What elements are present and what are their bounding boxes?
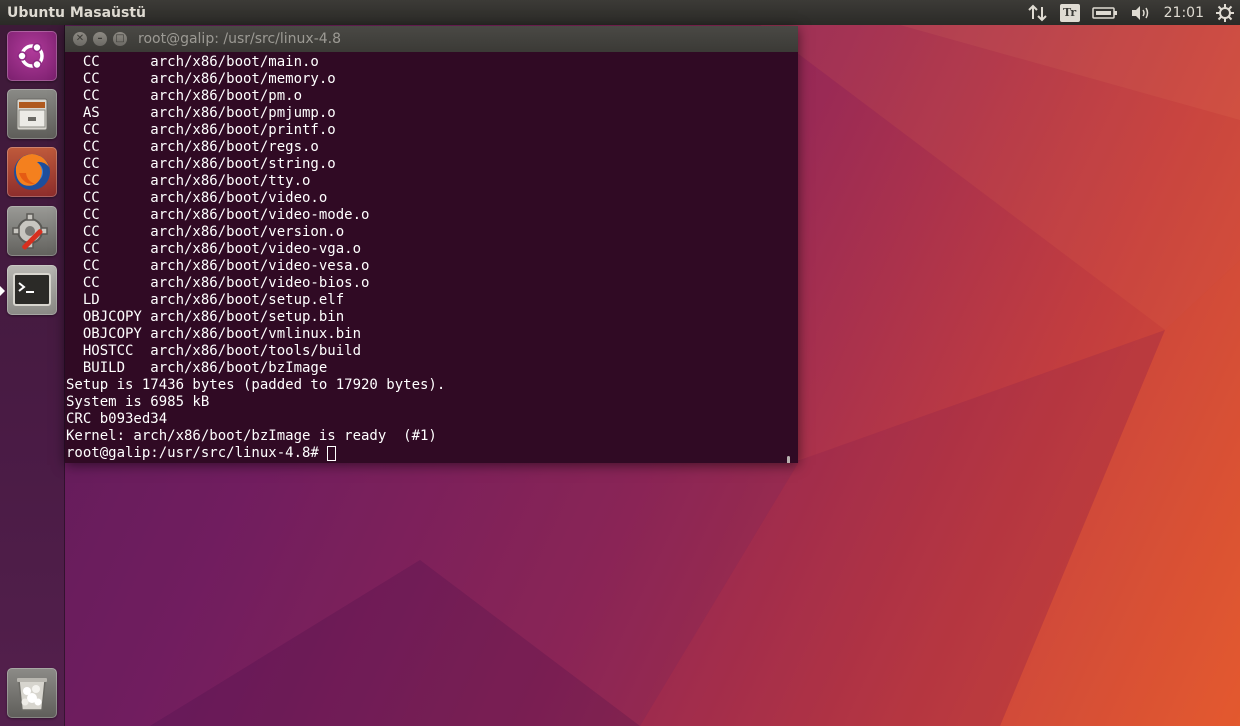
- firefox-icon[interactable]: [7, 147, 57, 197]
- terminal-line: CC arch/x86/boot/video.o: [66, 190, 328, 206]
- terminal-line: OBJCOPY arch/x86/boot/vmlinux.bin: [66, 326, 362, 342]
- terminal-line: CC arch/x86/boot/printf.o: [66, 122, 336, 138]
- terminal-line: CC arch/x86/boot/tty.o: [66, 173, 311, 189]
- top-panel: Ubuntu Masaüstü Tr 21:01: [0, 0, 1240, 25]
- terminal-line: OBJCOPY arch/x86/boot/setup.bin: [66, 309, 345, 325]
- terminal-line: Kernel: arch/x86/boot/bzImage is ready (…: [66, 428, 437, 444]
- terminal-line: AS arch/x86/boot/pmjump.o: [66, 105, 336, 121]
- terminal-line: CC arch/x86/boot/video-vga.o: [66, 241, 362, 257]
- desktop-title: Ubuntu Masaüstü: [7, 4, 146, 21]
- terminal-line: CC arch/x86/boot/pm.o: [66, 88, 303, 104]
- clock[interactable]: 21:01: [1164, 0, 1204, 25]
- active-indicator-arrow: [0, 286, 5, 296]
- terminal-line: CC arch/x86/boot/memory.o: [66, 71, 336, 87]
- maximize-button[interactable]: □: [113, 32, 127, 46]
- trash-icon[interactable]: [7, 668, 57, 718]
- gear-icon[interactable]: [1216, 0, 1234, 25]
- text-cursor: [326, 446, 336, 461]
- terminal-line: CRC b093ed34: [66, 411, 168, 427]
- terminal-lines: CC arch/x86/boot/main.o CC arch/x86/boot…: [66, 54, 445, 462]
- terminal-line: CC arch/x86/boot/string.o: [66, 156, 336, 172]
- terminal-line: CC arch/x86/boot/video-bios.o: [66, 275, 370, 291]
- terminal-line: Setup is 17436 bytes (padded to 17920 by…: [66, 377, 446, 393]
- terminal-prompt-line[interactable]: root@galip:/usr/src/linux-4.8#: [66, 445, 445, 462]
- close-button[interactable]: ✕: [73, 32, 87, 46]
- terminal-line: CC arch/x86/boot/video-vesa.o: [66, 258, 370, 274]
- terminal-scrollbar[interactable]: [787, 456, 790, 463]
- terminal-line: LD arch/x86/boot/setup.elf: [66, 292, 345, 308]
- keyboard-layout-label: Tr: [1059, 3, 1080, 22]
- terminal-title: root@galip: /usr/src/linux-4.8: [138, 31, 342, 47]
- network-arrows-icon[interactable]: [1027, 0, 1048, 25]
- terminal-window[interactable]: ✕ – □ root@galip: /usr/src/linux-4.8 CC …: [65, 26, 798, 463]
- terminal-output[interactable]: CC arch/x86/boot/main.o CC arch/x86/boot…: [65, 52, 792, 463]
- file-cabinet-icon[interactable]: [7, 89, 57, 139]
- terminal-line: CC arch/x86/boot/regs.o: [66, 139, 319, 155]
- terminal-prompt: root@galip:/usr/src/linux-4.8#: [66, 445, 319, 461]
- keyboard-layout-icon[interactable]: Tr: [1059, 0, 1080, 25]
- battery-icon[interactable]: [1091, 0, 1118, 25]
- ubuntu-logo-icon[interactable]: [7, 31, 57, 81]
- terminal-icon[interactable]: [7, 265, 57, 315]
- terminal-line: System is 6985 kB: [66, 394, 210, 410]
- launcher: [0, 25, 65, 726]
- minimize-button[interactable]: –: [93, 32, 107, 46]
- terminal-line: CC arch/x86/boot/version.o: [66, 224, 345, 240]
- terminal-line: CC arch/x86/boot/video-mode.o: [66, 207, 370, 223]
- volume-icon[interactable]: [1130, 0, 1152, 25]
- terminal-line: CC arch/x86/boot/main.o: [66, 54, 319, 70]
- settings-tools-icon[interactable]: [7, 206, 57, 256]
- terminal-titlebar[interactable]: ✕ – □ root@galip: /usr/src/linux-4.8: [65, 26, 798, 52]
- terminal-line: HOSTCC arch/x86/boot/tools/build: [66, 343, 362, 359]
- system-tray: Tr 21:01: [1027, 0, 1240, 25]
- terminal-line: BUILD arch/x86/boot/bzImage: [66, 360, 328, 376]
